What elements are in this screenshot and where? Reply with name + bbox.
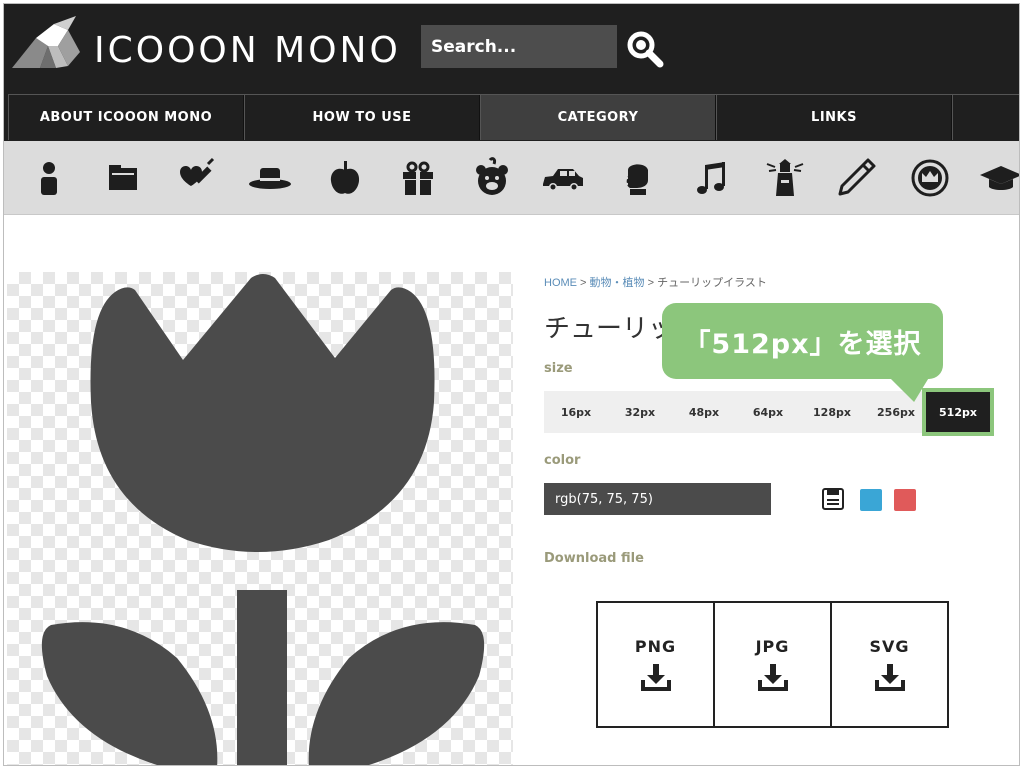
download-svg-button[interactable]: SVG	[832, 603, 947, 726]
size-option-48[interactable]: 48px	[672, 391, 736, 433]
breadcrumb-home[interactable]: HOME	[544, 277, 577, 289]
main-nav: ABOUT ICOOON MONO HOW TO USE CATEGORY LI…	[8, 94, 1019, 140]
category-bar	[4, 141, 1019, 215]
search-icon[interactable]	[624, 28, 666, 70]
nav-about[interactable]: ABOUT ICOOON MONO	[8, 95, 244, 140]
bear-icon[interactable]	[469, 155, 515, 201]
color-swatch-blue[interactable]	[860, 489, 882, 511]
tulip-icon	[41, 274, 485, 765]
download-icon	[874, 664, 905, 691]
unicorn-logo-icon[interactable]	[10, 16, 84, 74]
annotation-text: 「512px」を選択	[683, 328, 922, 360]
size-label: size	[544, 361, 573, 376]
size-option-64[interactable]: 64px	[736, 391, 800, 433]
save-icon[interactable]	[821, 487, 845, 511]
health-heart-syringe-icon[interactable]	[171, 155, 217, 201]
breadcrumb-separator: >	[644, 277, 658, 289]
page-frame: ICOOON MONO Search... ABOUT ICOOON MONO …	[3, 3, 1020, 766]
apple-icon[interactable]	[322, 155, 368, 201]
search-input[interactable]: Search...	[421, 25, 617, 68]
size-option-32[interactable]: 32px	[608, 391, 672, 433]
music-note-icon[interactable]	[689, 155, 735, 201]
nav-category[interactable]: CATEGORY	[480, 95, 716, 140]
gift-icon[interactable]	[395, 155, 441, 201]
breadcrumb: HOME > 動物・植物 > チューリップイラスト	[544, 274, 767, 290]
download-format-label: JPG	[755, 637, 790, 656]
folder-icon[interactable]	[100, 155, 146, 201]
site-header: ICOOON MONO Search... ABOUT ICOOON MONO …	[4, 4, 1019, 141]
icon-preview	[7, 272, 513, 765]
boxing-glove-icon[interactable]	[615, 155, 661, 201]
download-jpg-button[interactable]: JPG	[715, 603, 832, 726]
crown-badge-icon[interactable]	[907, 155, 953, 201]
pencil-icon[interactable]	[833, 155, 879, 201]
download-format-label: SVG	[869, 637, 910, 656]
size-option-128[interactable]: 128px	[800, 391, 864, 433]
hat-icon[interactable]	[247, 155, 293, 201]
color-label: color	[544, 453, 581, 468]
download-png-button[interactable]: PNG	[598, 603, 715, 726]
nav-how-to-use[interactable]: HOW TO USE	[244, 95, 480, 140]
download-label: Download file	[544, 551, 644, 566]
breadcrumb-category[interactable]: 動物・植物	[590, 277, 645, 289]
download-icon	[640, 664, 671, 691]
person-icon[interactable]	[26, 155, 72, 201]
color-field[interactable]: rgb(75, 75, 75)	[544, 483, 771, 515]
download-buttons: PNG JPG SVG	[596, 601, 949, 728]
brand-name[interactable]: ICOOON MONO	[94, 30, 401, 71]
annotation-callout: 「512px」を選択	[662, 303, 943, 379]
graduation-cap-icon[interactable]	[978, 155, 1019, 201]
lighthouse-icon[interactable]	[762, 155, 808, 201]
download-format-label: PNG	[634, 637, 677, 656]
nav-item-more[interactable]	[952, 95, 1019, 140]
download-icon	[757, 664, 788, 691]
color-swatch-red[interactable]	[894, 489, 916, 511]
nav-links[interactable]: LINKS	[716, 95, 952, 140]
size-option-16[interactable]: 16px	[544, 391, 608, 433]
breadcrumb-current: チューリップイラスト	[657, 277, 767, 289]
car-icon[interactable]	[540, 155, 586, 201]
breadcrumb-separator: >	[577, 277, 590, 289]
